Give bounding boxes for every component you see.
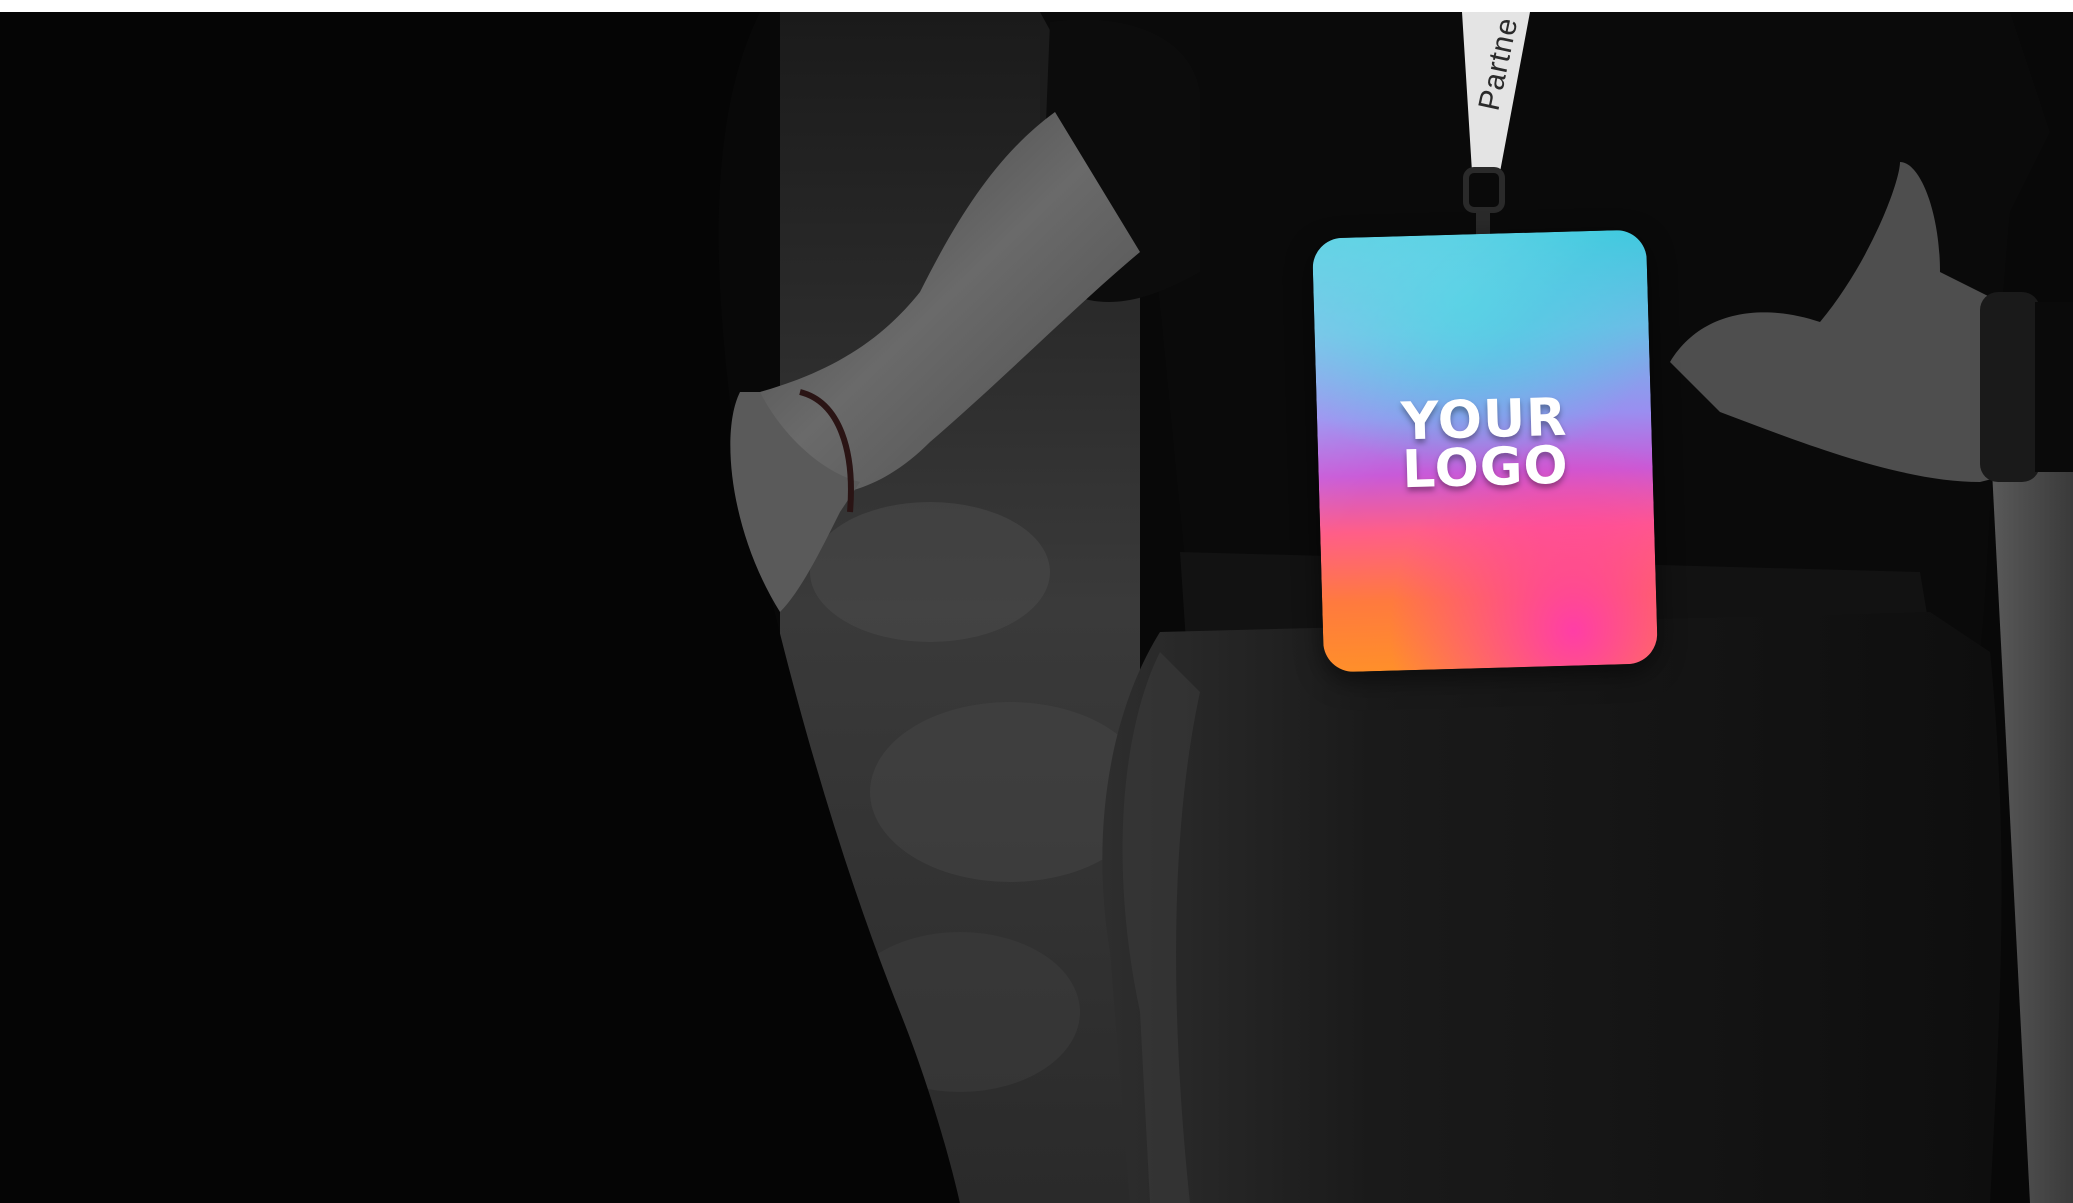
background-panel	[1990, 392, 2073, 1203]
man-trousers	[1102, 612, 2002, 1203]
event-photo: Partne YOUR LOGO	[0, 12, 2073, 1203]
badge-logo-placeholder: YOUR LOGO	[1317, 388, 1654, 501]
logo-line-2: LOGO	[1401, 435, 1570, 501]
wristwatch	[1980, 292, 2040, 482]
photo-background: Partne	[0, 12, 2073, 1203]
name-badge: YOUR LOGO	[1312, 229, 1658, 673]
